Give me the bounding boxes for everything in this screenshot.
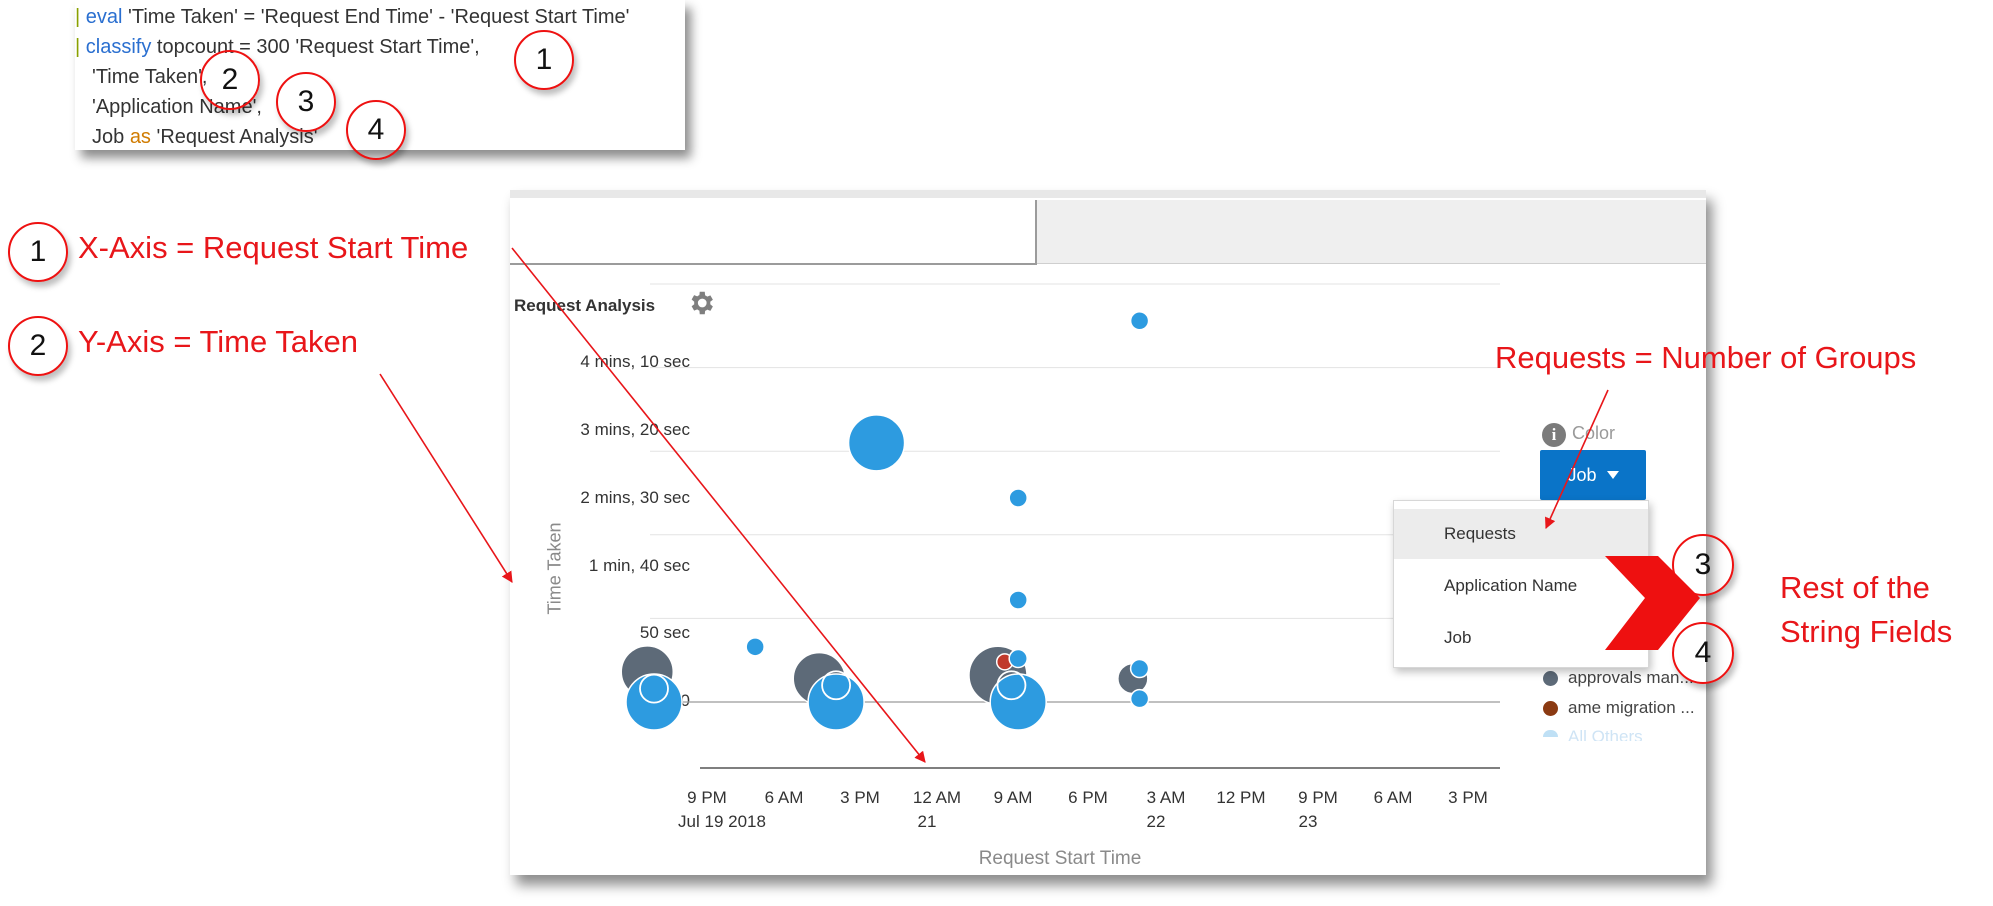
annotation-rest-line1: Rest of the [1780, 570, 1930, 605]
code-line-job: Job as 'Request Analysis' [92, 126, 318, 149]
callout-number-3: 3 [1672, 534, 1734, 596]
color-field-dropdown-button[interactable]: Job [1540, 450, 1646, 500]
x-tick-label: 12 AM [912, 788, 962, 807]
x-tick-label: 6 AM [764, 788, 804, 807]
bubble-all-others[interactable] [1008, 590, 1028, 610]
x-axis-label: Request Start Time [978, 848, 1142, 869]
bubble-all-others[interactable] [1008, 648, 1028, 669]
x-tick-label: 9 AM [993, 788, 1033, 807]
caret-down-icon [1606, 471, 1619, 479]
x-tick-sublabel: 22 [1146, 812, 1166, 831]
color-field-value: Job [1567, 464, 1597, 485]
info-icon[interactable]: i [1542, 423, 1566, 447]
legend-item-label: ame migration ... [1568, 698, 1695, 717]
code-line-classify: | classify topcount = 300 'Request Start… [75, 36, 480, 58]
callout-number-1: 1 [514, 30, 574, 90]
chart-screenshot-panel: Request Analysis 4 mins, 10 sec 3 mins, … [510, 190, 1706, 875]
callout-number-3: 3 [276, 72, 336, 132]
bubble-all-others[interactable] [1129, 688, 1150, 709]
color-field-menu: Requests Application Name Job [1393, 500, 1649, 668]
bubble-all-others[interactable] [745, 637, 765, 657]
x-tick-sublabel: 21 [917, 812, 937, 831]
menu-item-application-name[interactable]: Application Name [1394, 561, 1648, 611]
arrow-to-y-axis [379, 373, 513, 583]
callout-number-2: 2 [200, 50, 260, 110]
menu-item-requests[interactable]: Requests [1394, 509, 1648, 559]
bubble-all-others[interactable] [807, 673, 865, 731]
x-tick-label: 6 AM [1373, 788, 1413, 807]
bubble-all-others[interactable] [1129, 311, 1150, 331]
annotation-x-axis: X-Axis = Request Start Time [78, 230, 469, 265]
annotation-rest-line2: String Fields [1780, 614, 1953, 649]
legend-item-label: All Others [1568, 727, 1643, 741]
code-keyword: classify [85, 36, 152, 58]
legend-swatch[interactable] [1543, 671, 1558, 686]
x-tick-label: 12 PM [1216, 788, 1266, 807]
legend-item-label: approvals man... [1568, 668, 1694, 687]
code-keyword: as [129, 126, 151, 148]
bubble-all-others[interactable] [1008, 488, 1028, 508]
annotation-y-axis: Y-Axis = Time Taken [78, 324, 358, 359]
bubble-all-others[interactable] [1129, 658, 1150, 679]
legend-swatch[interactable] [1543, 701, 1558, 716]
x-tick-label: 6 PM [1068, 788, 1108, 807]
code-text: Job [92, 126, 130, 148]
x-tick-label: 3 AM [1146, 788, 1186, 807]
color-label: Color [1572, 423, 1616, 443]
callout-number-4: 4 [346, 100, 406, 160]
legend-swatch[interactable] [1543, 730, 1558, 737]
code-text: 'Time Taken' = 'Request End Time' - 'Req… [122, 6, 630, 28]
x-tick-sublabel: Jul 19 2018 [678, 812, 766, 831]
bubble-all-others[interactable] [847, 414, 906, 472]
menu-item-job[interactable]: Job [1394, 613, 1648, 663]
x-tick-label: 3 PM [1448, 788, 1488, 807]
callout-number-1: 1 [8, 222, 68, 282]
code-text: topcount = 300 'Request Start Time', [151, 36, 480, 58]
x-tick-label: 9 PM [687, 788, 727, 807]
x-tick-label: 3 PM [840, 788, 880, 807]
callout-number-4: 4 [1672, 622, 1734, 684]
code-line-eval: | eval 'Time Taken' = 'Request End Time'… [75, 6, 630, 28]
code-line-time-taken: 'Time Taken', [92, 66, 208, 88]
callout-number-2: 2 [8, 316, 68, 376]
annotation-requests: Requests = Number of Groups [1495, 340, 1917, 375]
x-tick-label: 9 PM [1298, 788, 1338, 807]
code-keyword: eval [85, 6, 123, 28]
x-tick-sublabel: 23 [1298, 812, 1318, 831]
